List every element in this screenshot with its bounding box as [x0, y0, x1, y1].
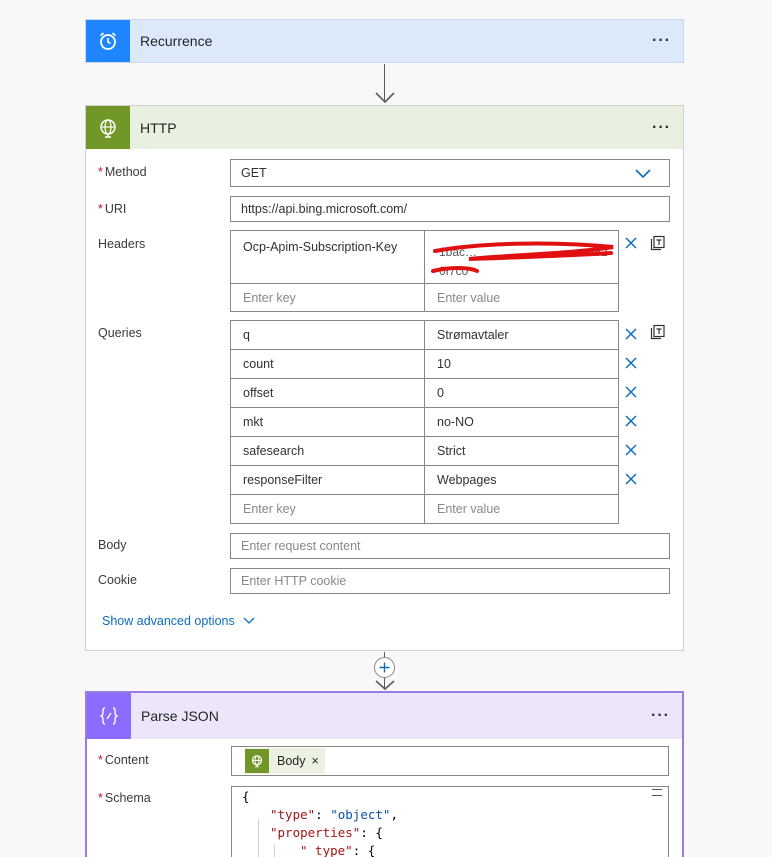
scrollbar-thumb[interactable]: [652, 789, 662, 796]
indent-guide: [258, 819, 259, 857]
remove-header-icon[interactable]: [624, 236, 638, 250]
query-new-value-input[interactable]: Enter value: [424, 494, 619, 524]
query-key-input[interactable]: offset: [230, 378, 425, 408]
query-value-input[interactable]: no-NO: [424, 407, 619, 437]
query-value-input[interactable]: 0: [424, 378, 619, 408]
remove-query-icon[interactable]: [624, 443, 638, 457]
braces-icon: [87, 693, 131, 739]
header-new-key-input[interactable]: Enter key: [230, 283, 425, 312]
code-line: "type": "object",: [270, 807, 398, 822]
remove-query-icon[interactable]: [624, 414, 638, 428]
remove-query-icon[interactable]: [624, 472, 638, 486]
insert-step-button[interactable]: [374, 657, 395, 678]
cookie-input[interactable]: Enter HTTP cookie: [230, 568, 670, 594]
header-key-input[interactable]: Ocp-Apim-Subscription-Key: [230, 230, 425, 284]
remove-token-button[interactable]: ×: [312, 754, 319, 768]
recurrence-header[interactable]: Recurrence ···: [86, 20, 683, 62]
query-key-input[interactable]: responseFilter: [230, 465, 425, 495]
more-options-button[interactable]: ···: [652, 32, 671, 50]
chevron-down-icon: [243, 617, 255, 624]
query-value-input[interactable]: Strømavtaler: [424, 320, 619, 350]
schema-editor[interactable]: { "type": "object", "properties": { "_ty…: [231, 786, 669, 857]
method-select[interactable]: GET: [230, 159, 670, 187]
more-options-button[interactable]: ···: [652, 119, 671, 137]
queries-label: Queries: [98, 326, 142, 340]
cookie-label: Cookie: [98, 573, 137, 587]
recurrence-card[interactable]: Recurrence ···: [85, 19, 684, 63]
redaction-scribble: 1bac… …f52 0f7c0: [431, 241, 614, 278]
plus-icon: [379, 662, 390, 673]
content-label: * Content: [98, 753, 149, 767]
body-label: Body: [98, 538, 127, 552]
uri-label: * URI: [98, 202, 127, 216]
code-line: "properties": {: [270, 825, 383, 840]
uri-input[interactable]: https://api.bing.microsoft.com/: [230, 196, 670, 222]
globe-icon: [86, 106, 130, 149]
arrow-down-icon: [375, 92, 395, 104]
alarm-clock-icon: [86, 20, 130, 62]
card-title: Parse JSON: [141, 708, 219, 724]
remove-query-icon[interactable]: [624, 327, 638, 341]
more-options-button[interactable]: ···: [651, 707, 670, 725]
token-label: Body: [277, 754, 306, 768]
code-line: {: [242, 789, 250, 804]
card-title: Recurrence: [140, 33, 213, 49]
body-token[interactable]: Body ×: [245, 748, 325, 774]
switch-to-text-mode-icon[interactable]: [650, 235, 666, 251]
switch-to-text-mode-icon[interactable]: [650, 324, 666, 340]
query-value-input[interactable]: Strict: [424, 436, 619, 466]
body-input[interactable]: Enter request content: [230, 533, 670, 559]
query-value-input[interactable]: Webpages: [424, 465, 619, 495]
query-new-key-input[interactable]: Enter key: [230, 494, 425, 524]
query-value-input[interactable]: 10: [424, 349, 619, 379]
method-label: * Method: [98, 165, 147, 179]
query-key-input[interactable]: count: [230, 349, 425, 379]
query-key-input[interactable]: mkt: [230, 407, 425, 437]
remove-query-icon[interactable]: [624, 385, 638, 399]
globe-icon: [245, 749, 269, 773]
query-key-input[interactable]: safesearch: [230, 436, 425, 466]
remove-query-icon[interactable]: [624, 356, 638, 370]
card-title: HTTP: [140, 119, 177, 136]
http-header[interactable]: HTTP ···: [86, 106, 683, 149]
arrow-down-icon: [375, 680, 395, 691]
schema-label: * Schema: [98, 791, 151, 805]
chevron-down-icon: [635, 169, 651, 179]
query-key-input[interactable]: q: [230, 320, 425, 350]
indent-guide: [274, 845, 275, 857]
header-value-input[interactable]: 1bac… …f52 0f7c0: [424, 230, 619, 284]
show-advanced-options-link[interactable]: Show advanced options: [102, 614, 255, 628]
code-line: "_type": {: [300, 843, 376, 857]
parse-json-header[interactable]: Parse JSON ···: [87, 693, 682, 739]
headers-label: Headers: [98, 237, 146, 251]
header-new-value-input[interactable]: Enter value: [424, 283, 619, 312]
